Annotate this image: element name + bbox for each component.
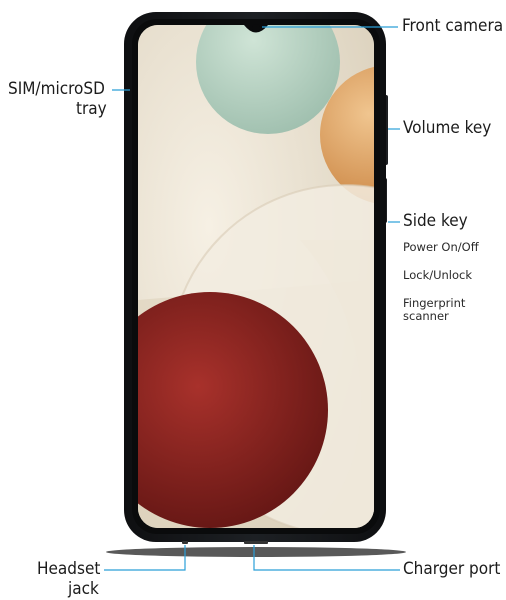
side-key-detail-scanner: scanner	[403, 309, 449, 323]
charger-port-slot	[244, 541, 268, 544]
headset-jack-port	[182, 541, 188, 544]
side-key-label: Side key	[403, 211, 468, 231]
front-camera-label: Front camera	[402, 16, 504, 36]
headset-jack-label-line2: jack	[68, 579, 99, 599]
sim-tray-label: SIM/microSD	[8, 79, 105, 99]
front-camera-lens	[252, 24, 260, 32]
headset-jack-label: Headset	[37, 559, 101, 579]
charger-port-label: Charger port	[403, 559, 501, 579]
side-key-detail-power: Power On/Off	[403, 240, 479, 254]
sim-tray-label-line2: tray	[76, 99, 107, 119]
volume-key-label: Volume key	[403, 118, 492, 138]
side-key-detail-lock: Lock/Unlock	[403, 268, 473, 282]
phone-ground-shadow	[106, 547, 406, 557]
